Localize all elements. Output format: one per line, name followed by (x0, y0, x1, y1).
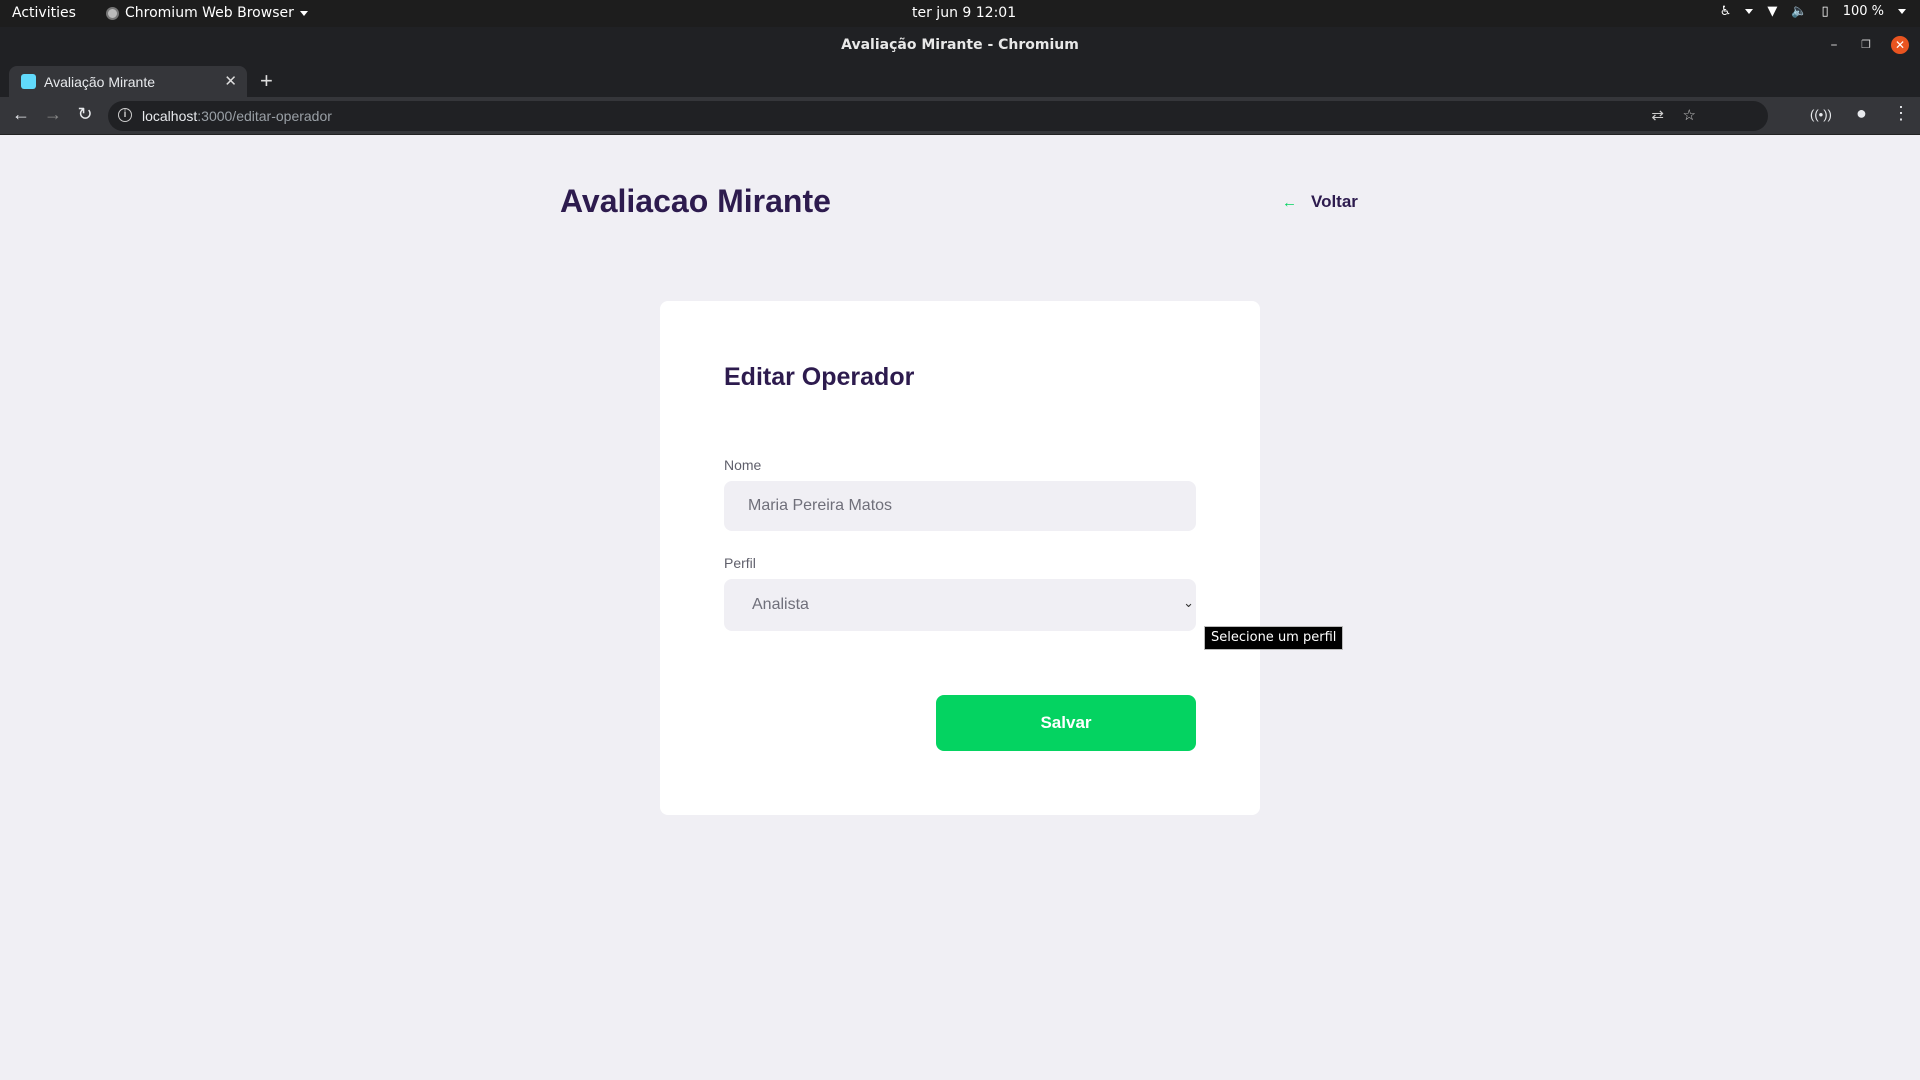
window-title: Avaliação Mirante - Chromium (841, 37, 1079, 53)
translate-icon[interactable]: ⇄ (1651, 106, 1664, 124)
perfil-select[interactable]: Analista ⌄ (724, 579, 1196, 631)
back-link-label: Voltar (1311, 192, 1358, 211)
navigation-bar: ← → ↻ i localhost:3000/editar-operador ⇄… (0, 97, 1920, 135)
tab-strip: Avaliação Mirante ✕ + (0, 63, 1920, 97)
nome-input[interactable]: Maria Pereira Matos (724, 481, 1196, 531)
forward-arrow-icon[interactable]: → (42, 104, 64, 125)
form-heading: Editar Operador (724, 363, 915, 391)
page-title: Avaliacao Mirante (560, 183, 831, 219)
url-host: localhost (142, 108, 198, 124)
bookmark-star-icon[interactable]: ☆ (1683, 106, 1696, 124)
url-text[interactable]: localhost:3000/editar-operador (142, 108, 332, 124)
window-titlebar: Avaliação Mirante - Chromium – ❐ ✕ (0, 27, 1920, 63)
arrow-left-icon: ← (1282, 193, 1297, 211)
back-arrow-icon[interactable]: ← (10, 104, 32, 125)
minimize-icon: – (1830, 37, 1838, 53)
profile-avatar-icon[interactable]: ● (1856, 103, 1867, 124)
chromium-icon (106, 6, 119, 20)
back-link[interactable]: ← Voltar (1282, 192, 1358, 212)
caret-down-icon (299, 10, 308, 16)
maximize-icon: ❐ (1861, 38, 1871, 51)
perfil-selected-value: Analista (752, 596, 809, 613)
menu-kebab-icon[interactable]: ⋮ (1892, 103, 1910, 124)
activities-button[interactable]: Activities (12, 5, 76, 21)
chevron-down-icon: ⌄ (1183, 595, 1194, 610)
system-tray[interactable]: ♿ ▼ 🔈 ▯ 100 % (1720, 4, 1906, 19)
accessibility-icon[interactable]: ♿ (1720, 4, 1732, 19)
url-path: :3000/editar-operador (197, 108, 332, 124)
reload-icon[interactable]: ↻ (74, 104, 96, 125)
app-menu-label: Chromium Web Browser (125, 5, 294, 21)
address-bar[interactable]: i localhost:3000/editar-operador ⇄ ☆ (108, 101, 1768, 131)
site-info-icon[interactable]: i (118, 108, 132, 122)
tab-title: Avaliação Mirante (44, 74, 156, 90)
volume-icon: 🔈 (1791, 4, 1808, 19)
tab-avaliacao-mirante[interactable]: Avaliação Mirante ✕ (9, 66, 247, 97)
react-favicon-icon (21, 74, 36, 89)
close-icon: ✕ (1891, 36, 1909, 54)
save-button[interactable]: Salvar (936, 695, 1196, 751)
nome-label: Nome (724, 457, 762, 473)
caret-down-icon (1898, 9, 1906, 14)
minimize-button[interactable]: – (1824, 27, 1844, 63)
perfil-tooltip: Selecione um perfil (1204, 626, 1344, 650)
system-top-bar: Activities Chromium Web Browser ter jun … (0, 0, 1920, 27)
wifi-icon: ▼ (1767, 4, 1778, 19)
battery-icon: ▯ (1821, 4, 1829, 19)
app-menu[interactable]: Chromium Web Browser (106, 5, 308, 21)
maximize-button[interactable]: ❐ (1856, 27, 1876, 63)
perfil-label: Perfil (724, 555, 756, 571)
new-tab-icon[interactable]: + (260, 68, 273, 94)
tab-close-icon[interactable]: ✕ (224, 72, 237, 90)
clock[interactable]: ter jun 9 12:01 (912, 5, 1016, 21)
close-window-button[interactable]: ✕ (1890, 27, 1910, 63)
caret-down-icon (1745, 9, 1754, 14)
edit-operator-card: Editar Operador Nome Maria Pereira Matos… (660, 301, 1260, 815)
cast-icon[interactable]: ((•)) (1810, 107, 1832, 122)
battery-level: 100 % (1842, 4, 1884, 19)
